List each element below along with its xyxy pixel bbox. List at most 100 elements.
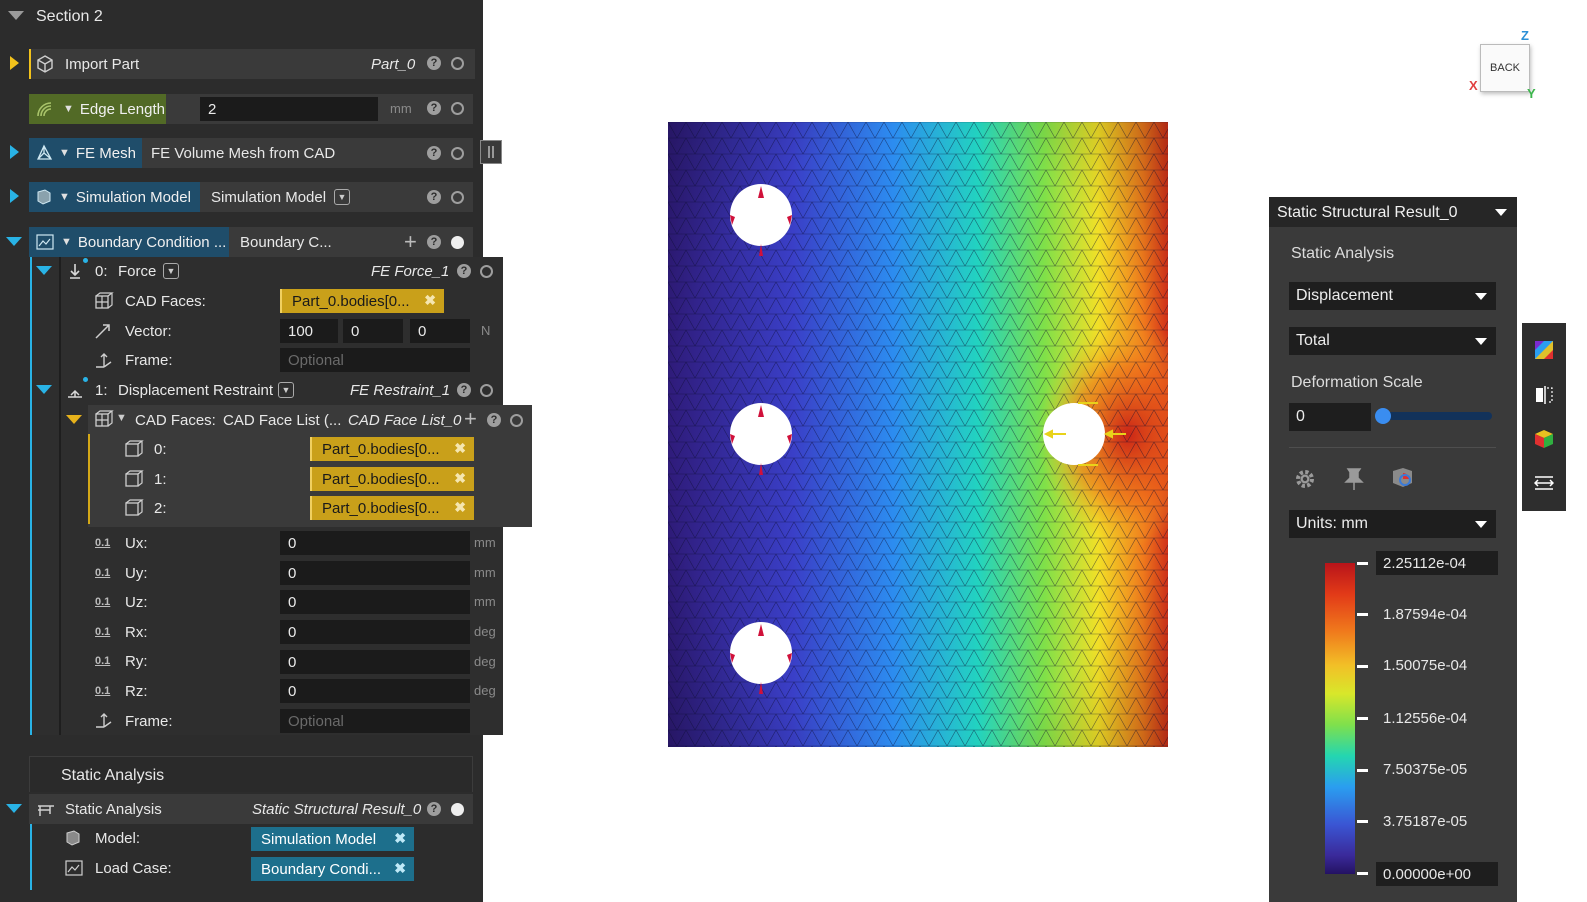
analysis-icon [36,800,54,818]
numeric-icon: 0.1 [95,596,111,608]
analysis-label: Static Analysis [1291,245,1395,262]
remove-icon[interactable]: ✖ [454,499,466,516]
legend-tick [1357,717,1368,720]
collapse-restraint-icon[interactable] [36,385,52,394]
chevron-down-icon[interactable]: ▼ [278,382,294,398]
help-icon[interactable]: ? [427,101,441,115]
gear-icon[interactable] [1293,467,1317,495]
axis-y-label: Y [1527,86,1536,101]
force-label[interactable]: Force [118,263,156,280]
legend-tick [1357,872,1368,875]
collapse-section-icon[interactable] [8,11,24,20]
remove-icon[interactable]: ✖ [454,440,466,457]
collapse-static-icon[interactable] [6,804,22,813]
help-icon[interactable]: ? [427,235,441,249]
uy-input[interactable]: 0 [280,561,470,585]
help-icon[interactable]: ? [457,383,471,397]
boundary-value: Boundary C... [240,234,332,251]
status-icon[interactable] [451,803,464,816]
status-icon[interactable] [451,147,464,160]
collapse-cad-face-list-icon[interactable] [66,415,82,424]
restraint-index: 1: [95,382,108,399]
static-section-title: Static Analysis [61,767,165,784]
remove-icon[interactable]: ✖ [424,292,436,309]
solid-view-icon[interactable] [1534,429,1554,453]
help-icon[interactable]: ? [427,190,441,204]
remove-icon[interactable]: ✖ [394,860,406,877]
loadcase-label: Load Case: [95,860,172,877]
status-icon[interactable] [451,102,464,115]
help-icon[interactable]: ? [427,802,441,816]
status-icon[interactable] [480,384,493,397]
ux-input[interactable]: 0 [280,531,470,555]
boundary-label: Boundary Condition ... [77,233,227,251]
force-frame-input[interactable]: Optional [280,348,470,372]
face-chip[interactable]: Part_0.bodies[0... ✖ [310,496,474,520]
remove-icon[interactable]: ✖ [454,470,466,487]
quantity-select[interactable]: Displacement [1289,282,1496,310]
dof-unit: deg [474,683,496,698]
status-icon[interactable] [451,191,464,204]
chevron-down-icon[interactable]: ▼ [334,189,350,205]
loadcase-chip[interactable]: Boundary Condi... ✖ [251,857,414,881]
ry-input[interactable]: 0 [280,650,470,674]
fe-mesh-head[interactable]: ▼ FE Mesh [29,138,142,168]
face-icon [124,470,144,488]
face-chip[interactable]: Part_0.bodies[0... ✖ [310,467,474,491]
chevron-down-icon[interactable]: ▼ [116,412,127,424]
sim-model-head[interactable]: ▼ Simulation Model [29,182,200,212]
face-chip[interactable]: Part_0.bodies[0... ✖ [310,437,474,461]
deformation-input[interactable]: 0 [1289,403,1371,431]
collapse-force-icon[interactable] [36,266,52,275]
vector-x-input[interactable]: 100 [280,319,338,343]
section-view-icon[interactable] [1534,384,1554,410]
restraint-frame-input[interactable]: Optional [280,709,470,733]
expand-sim-model-icon[interactable] [10,189,19,203]
add-icon[interactable]: + [464,406,477,432]
deformation-slider-thumb[interactable] [1375,408,1391,424]
help-icon[interactable]: ? [427,146,441,160]
model-chip[interactable]: Simulation Model ✖ [251,827,414,851]
vector-y-input[interactable]: 0 [343,319,403,343]
units-select[interactable]: Units: mm [1289,510,1496,538]
splitter-handle[interactable] [480,140,502,164]
cad-faces-icon [94,410,114,428]
remove-icon[interactable]: ✖ [394,830,406,847]
numeric-icon: 0.1 [95,567,111,579]
chevron-down-icon[interactable] [1495,209,1507,216]
tree-line [88,434,90,524]
force-cad-face-chip[interactable]: Part_0.bodies[0... ✖ [280,289,444,313]
expand-fe-mesh-icon[interactable] [10,145,19,159]
deformation-slider-track[interactable] [1382,412,1492,420]
chevron-down-icon[interactable]: ▼ [163,263,179,279]
numeric-icon: 0.1 [95,626,111,638]
vector-z-input[interactable]: 0 [410,319,470,343]
help-icon[interactable]: ? [487,413,501,427]
edge-length-head[interactable]: ▼ Edge Length [29,94,166,124]
status-icon[interactable] [451,236,464,249]
measure-icon[interactable] [1533,473,1555,497]
view-cube[interactable]: BACK [1480,44,1530,92]
component-select[interactable]: Total [1289,327,1496,355]
result-panel-header[interactable]: Static Structural Result_0 [1269,197,1517,227]
boundary-head[interactable]: ▼ Boundary Condition ... [29,227,229,257]
fe-result-plot[interactable] [668,122,1168,747]
uz-input[interactable]: 0 [280,590,470,614]
rz-input[interactable]: 0 [280,679,470,703]
probe-icon[interactable] [1390,465,1416,495]
add-icon[interactable]: + [404,229,417,255]
status-icon[interactable] [451,57,464,70]
expand-import-part-icon[interactable] [10,56,19,70]
status-icon[interactable] [480,265,493,278]
contour-icon[interactable] [1534,340,1554,364]
status-icon[interactable] [510,414,523,427]
help-icon[interactable]: ? [457,264,471,278]
pin-icon[interactable] [1343,467,1365,495]
force-value: FE Force_1 [371,263,450,280]
dof-label: Rz: [125,683,148,700]
edge-length-input[interactable]: 2 [200,97,378,121]
restraint-label[interactable]: Displacement Restraint [118,382,273,399]
help-icon[interactable]: ? [427,56,441,70]
collapse-boundary-icon[interactable] [6,237,22,246]
rx-input[interactable]: 0 [280,620,470,644]
